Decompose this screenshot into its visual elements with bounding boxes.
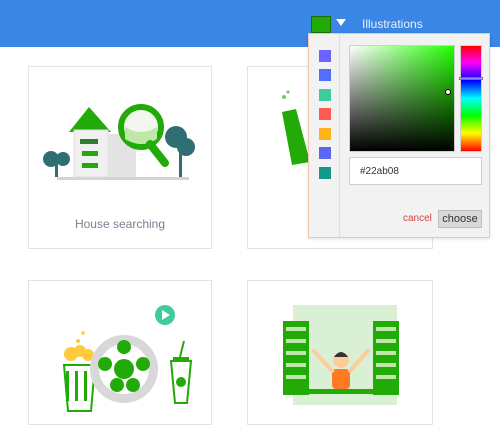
swatch-6[interactable] bbox=[319, 147, 331, 159]
saturation-handle[interactable] bbox=[445, 89, 451, 95]
swatch-3[interactable] bbox=[319, 89, 331, 101]
film-reel-icon bbox=[90, 335, 158, 403]
illustration-card-window[interactable] bbox=[247, 280, 433, 425]
hex-color-input[interactable] bbox=[349, 157, 482, 185]
color-picker-popup: cancel choose bbox=[308, 33, 490, 238]
dropdown-arrow-icon[interactable] bbox=[336, 19, 346, 26]
choose-button[interactable]: choose bbox=[438, 210, 482, 228]
swatch-1[interactable] bbox=[319, 50, 331, 62]
color-selector-button[interactable] bbox=[311, 16, 331, 33]
cancel-button[interactable]: cancel bbox=[403, 213, 432, 224]
hue-handle[interactable] bbox=[459, 77, 483, 80]
window-illustration bbox=[283, 305, 399, 405]
card-label: House searching bbox=[74, 217, 166, 231]
swatch-5[interactable] bbox=[319, 128, 331, 140]
section-title: Illustrations bbox=[362, 17, 423, 31]
illustration-card-movie[interactable] bbox=[28, 280, 212, 425]
drink-cup-icon bbox=[169, 340, 193, 404]
movie-illustration bbox=[62, 305, 193, 412]
swatch-7[interactable] bbox=[319, 167, 331, 179]
illustration-card-house-searching[interactable]: House searching bbox=[28, 66, 212, 249]
swatch-2[interactable] bbox=[319, 69, 331, 81]
swatch-4[interactable] bbox=[319, 108, 331, 120]
hue-slider[interactable] bbox=[460, 45, 482, 152]
saturation-value-area[interactable] bbox=[349, 45, 455, 152]
